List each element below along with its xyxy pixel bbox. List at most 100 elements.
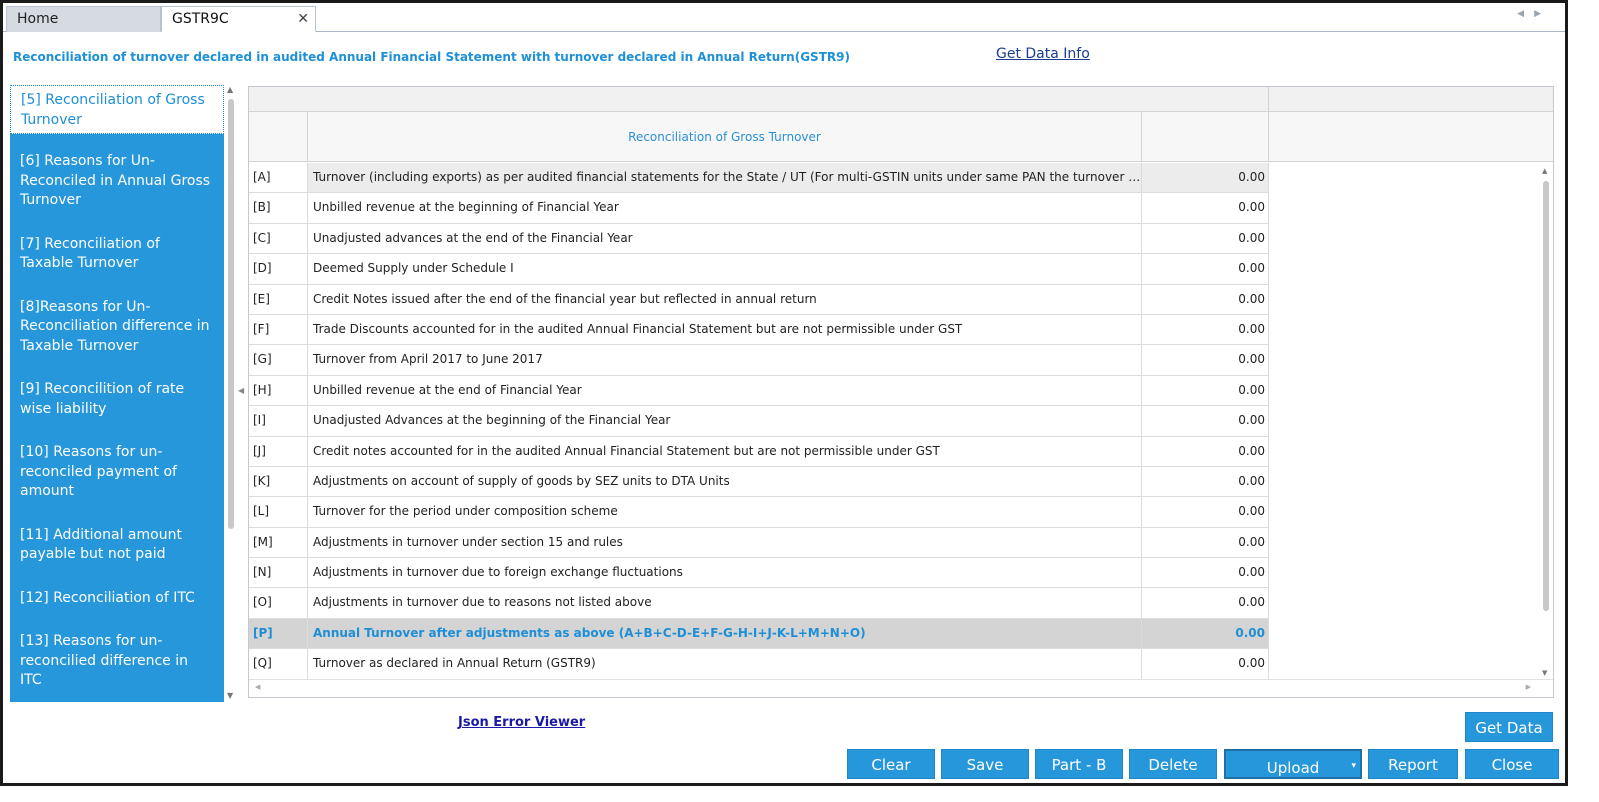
table-row[interactable]: [J] Credit notes accounted for in the aud… xyxy=(249,436,1269,467)
sidebar-item[interactable]: [8]Reasons for Un-Reconciliation differe… xyxy=(10,292,224,363)
table-row[interactable]: [G] Turnover from April 2017 to June 2017… xyxy=(249,345,1269,376)
scroll-down-icon[interactable]: ▼ xyxy=(227,691,233,700)
clear-button[interactable]: Clear xyxy=(847,749,935,779)
collapse-left-icon[interactable]: ◀ xyxy=(238,386,244,395)
grid-scroll-thumb[interactable] xyxy=(1543,181,1549,611)
row-value[interactable]: 0.00 xyxy=(1142,588,1269,618)
row-value[interactable]: 0.00 xyxy=(1142,375,1269,406)
row-value[interactable]: 0.00 xyxy=(1142,466,1269,497)
delete-button[interactable]: Delete xyxy=(1129,749,1217,779)
table-row[interactable]: [P] Annual Turnover after adjustments as … xyxy=(249,618,1269,650)
table-row[interactable]: [I] Unadjusted Advances at the beginning … xyxy=(249,406,1269,437)
row-code: [Q] xyxy=(249,649,308,679)
row-code: [I] xyxy=(249,406,308,436)
table-row[interactable]: [K] Adjustments on account of supply of g… xyxy=(249,466,1269,498)
close-button[interactable]: Close xyxy=(1465,749,1559,779)
table-row[interactable]: [M] Adjustments in turnover under section… xyxy=(249,527,1269,559)
row-value[interactable]: 0.00 xyxy=(1142,193,1269,223)
save-button[interactable]: Save xyxy=(941,749,1029,779)
sidebar-item[interactable]: [6] Reasons for Un-Reconciled in Annual … xyxy=(10,146,224,217)
table-row[interactable]: [C] Unadjusted advances at the end of the… xyxy=(249,223,1269,255)
row-value[interactable]: 0.00 xyxy=(1142,527,1269,558)
row-value[interactable]: 0.00 xyxy=(1142,254,1269,284)
row-code: [H] xyxy=(249,375,308,406)
row-description: Adjustments on account of supply of good… xyxy=(308,466,1142,497)
row-description: Credit notes accounted for in the audite… xyxy=(308,436,1142,466)
row-description: Adjustments in turnover due to reasons n… xyxy=(308,588,1142,618)
table-row[interactable]: [B] Unbilled revenue at the beginning of … xyxy=(249,193,1269,224)
scroll-left-icon[interactable]: ◀ xyxy=(255,683,260,691)
row-value[interactable]: 0.00 xyxy=(1142,314,1269,345)
grid-header: Reconciliation of Gross Turnover xyxy=(249,112,1553,162)
tab-scroll-arrows-icon[interactable]: ◀▶ xyxy=(1517,9,1551,19)
row-code: [K] xyxy=(249,466,308,497)
table-row[interactable]: [A] Turnover (including exports) as per a… xyxy=(249,163,1269,194)
sidebar-scroll-thumb[interactable] xyxy=(228,99,234,529)
row-code: [E] xyxy=(249,284,308,314)
grid-horizontal-scrollbar[interactable]: ◀ ▶ xyxy=(249,679,1553,697)
row-description: Turnover from April 2017 to June 2017 xyxy=(308,345,1142,375)
sidebar-item[interactable]: [13] Reasons for un-reconcilied differen… xyxy=(10,626,224,697)
sidebar-item[interactable]: [9] Reconcilition of rate wise liability xyxy=(10,374,224,425)
upload-dropdown-button[interactable]: Upload ▾ xyxy=(1224,749,1362,779)
row-description: Unbilled revenue at the beginning of Fin… xyxy=(308,193,1142,223)
row-description: Unadjusted advances at the end of the Fi… xyxy=(308,223,1142,254)
scroll-up-icon[interactable]: ▲ xyxy=(1542,167,1547,175)
scroll-right-icon[interactable]: ▶ xyxy=(1526,683,1531,691)
table-row[interactable]: [H] Unbilled revenue at the end of Financ… xyxy=(249,375,1269,407)
sidebar-scrollbar[interactable]: ▲ ▼ xyxy=(225,85,237,702)
app-window: Home GSTR9C ✕ ◀▶ Reconciliation of turno… xyxy=(0,0,1568,786)
table-row[interactable]: [F] Trade Discounts accounted for in the … xyxy=(249,314,1269,346)
chevron-down-icon[interactable]: ▾ xyxy=(1351,749,1356,783)
row-code: [C] xyxy=(249,223,308,254)
row-value[interactable]: 0.00 xyxy=(1142,558,1269,588)
row-description: Turnover for the period under compositio… xyxy=(308,497,1142,527)
table-row[interactable]: [E] Credit Notes issued after the end of … xyxy=(249,284,1269,315)
row-value[interactable]: 0.00 xyxy=(1142,497,1269,527)
row-value[interactable]: 0.00 xyxy=(1142,284,1269,314)
row-value[interactable]: 0.00 xyxy=(1142,223,1269,254)
table-row[interactable]: [N] Adjustments in turnover due to foreig… xyxy=(249,558,1269,589)
json-error-viewer-link[interactable]: Json Error Viewer xyxy=(458,715,585,730)
scroll-down-icon[interactable]: ▼ xyxy=(1542,669,1547,677)
column-header-title: Reconciliation of Gross Turnover xyxy=(308,112,1142,162)
row-value[interactable]: 0.00 xyxy=(1142,406,1269,436)
sidebar-item[interactable]: [7] Reconciliation of Taxable Turnover xyxy=(10,229,224,280)
get-data-button[interactable]: Get Data xyxy=(1465,712,1553,742)
table-row[interactable]: [O] Adjustments in turnover due to reason… xyxy=(249,588,1269,619)
table-row[interactable]: [Q] Turnover as declared in Annual Return… xyxy=(249,649,1269,680)
table-row[interactable]: [D] Deemed Supply under Schedule I 0.00 xyxy=(249,254,1269,285)
row-description: Unbilled revenue at the end of Financial… xyxy=(308,375,1142,406)
sidebar-item[interactable]: [10] Reasons for un-reconciled payment o… xyxy=(10,437,224,508)
report-button[interactable]: Report xyxy=(1368,749,1458,779)
tab-gstr9c[interactable]: GSTR9C ✕ xyxy=(161,6,316,32)
table-row[interactable]: [L] Turnover for the period under composi… xyxy=(249,497,1269,528)
row-code: [M] xyxy=(249,527,308,558)
row-code: [B] xyxy=(249,193,308,223)
upload-label: Upload xyxy=(1266,759,1320,777)
row-description: Credit Notes issued after the end of the… xyxy=(308,284,1142,314)
part-b-button[interactable]: Part - B xyxy=(1035,749,1123,779)
row-value[interactable]: 0.00 xyxy=(1142,163,1269,193)
row-description: Annual Turnover after adjustments as abo… xyxy=(308,618,1142,649)
tab-home-label: Home xyxy=(17,11,59,27)
row-value[interactable]: 0.00 xyxy=(1142,345,1269,375)
sidebar-item[interactable]: [12] Reconciliation of ITC xyxy=(10,583,224,615)
sidebar-item[interactable]: [5] Reconciliation of Gross Turnover xyxy=(10,85,224,134)
row-description: Trade Discounts accounted for in the aud… xyxy=(308,314,1142,345)
row-description: Adjustments in turnover due to foreign e… xyxy=(308,558,1142,588)
sidebar-item[interactable]: [11] Additional amount payable but not p… xyxy=(10,520,224,571)
grid-vertical-scrollbar[interactable]: ▲ ▼ xyxy=(1541,167,1551,677)
get-data-info-link[interactable]: Get Data Info xyxy=(996,46,1090,62)
header-code-cell xyxy=(249,112,308,162)
tab-home[interactable]: Home xyxy=(6,6,161,32)
scroll-up-icon[interactable]: ▲ xyxy=(227,85,233,94)
section-sidebar: [5] Reconciliation of Gross Turnover [6] … xyxy=(10,85,224,702)
row-code: [F] xyxy=(249,314,308,345)
close-tab-icon[interactable]: ✕ xyxy=(297,7,309,31)
row-value[interactable]: 0.00 xyxy=(1142,618,1269,649)
row-value[interactable]: 0.00 xyxy=(1142,436,1269,466)
row-code: [L] xyxy=(249,497,308,527)
row-value[interactable]: 0.00 xyxy=(1142,649,1269,679)
tab-strip: Home GSTR9C ✕ ◀▶ xyxy=(3,3,1565,32)
